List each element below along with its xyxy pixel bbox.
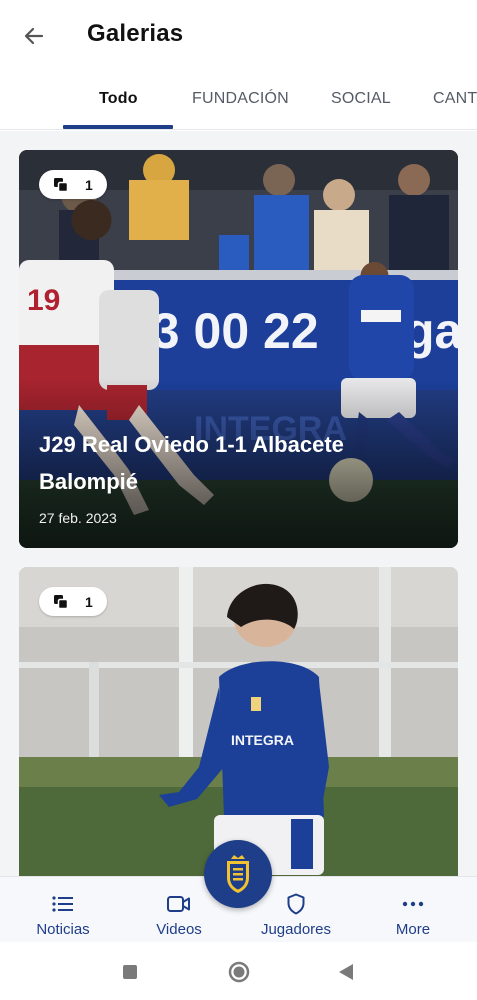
nav-label: Videos — [156, 921, 202, 938]
tab-cantera[interactable]: CANT — [433, 90, 477, 108]
video-camera-icon — [167, 896, 190, 912]
nav-more[interactable]: More — [363, 877, 463, 943]
circle-icon — [228, 961, 250, 983]
tab-fundacion[interactable]: FUNDACIÓN — [192, 90, 289, 108]
club-crest-icon — [227, 855, 249, 893]
gallery-list: 23 00 22 ga INTEGRA 19 — [0, 131, 477, 876]
nav-noticias[interactable]: Noticias — [13, 877, 113, 943]
triangle-back-icon — [339, 964, 353, 980]
photo-stack-icon — [54, 177, 69, 192]
page-title: Galerias — [87, 20, 184, 47]
shield-icon — [287, 893, 305, 915]
more-dots-icon — [402, 901, 424, 907]
tab-todo[interactable]: Todo — [99, 90, 138, 108]
home-button[interactable] — [227, 960, 251, 984]
category-tabs: Todo FUNDACIÓN SOCIAL CANT — [0, 72, 477, 130]
system-navigation-bar — [0, 942, 477, 1000]
square-icon — [123, 965, 137, 979]
app-bar: Galerias — [0, 0, 477, 72]
photo-count: 1 — [85, 593, 93, 610]
gallery-card[interactable]: 23 00 22 ga INTEGRA 19 — [19, 150, 458, 548]
gallery-card[interactable]: INTEGRA 1 — [19, 567, 458, 876]
nav-label: More — [395, 921, 431, 938]
back-button[interactable] — [18, 20, 50, 52]
active-tab-indicator — [63, 125, 173, 129]
recent-apps-button[interactable] — [118, 960, 142, 984]
club-crest-button[interactable] — [204, 840, 272, 908]
nav-label: Noticias — [36, 921, 90, 938]
gallery-title: J29 Real Oviedo 1-1 Albacete Balompié — [39, 432, 344, 494]
arrow-left-icon — [24, 27, 44, 45]
photo-stack-icon — [54, 594, 69, 609]
nav-label: Jugadores — [260, 921, 332, 938]
system-back-button[interactable] — [334, 960, 358, 984]
tab-social[interactable]: SOCIAL — [331, 90, 391, 108]
photo-count: 1 — [85, 176, 93, 193]
list-icon — [52, 896, 73, 912]
svg-text:19: 19 — [27, 284, 60, 317]
gallery-date: 27 feb. 2023 — [39, 510, 117, 526]
svg-text:INTEGRA: INTEGRA — [231, 732, 294, 748]
photo-count-badge: 1 — [39, 587, 107, 616]
photo-count-badge: 1 — [39, 170, 107, 199]
